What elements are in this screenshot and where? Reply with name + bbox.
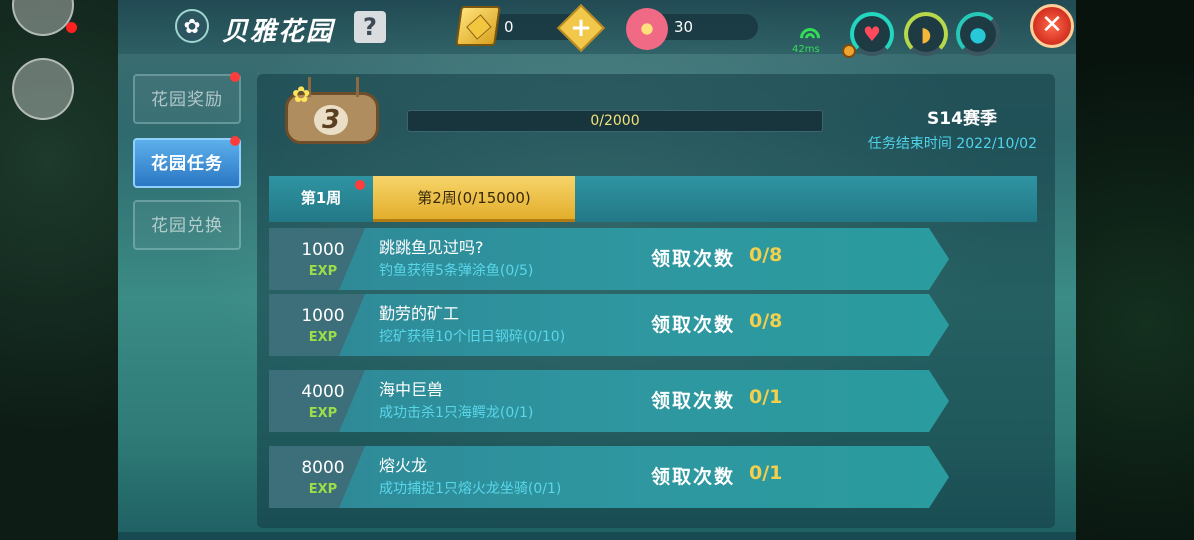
- task-row[interactable]: 8000 EXP 熔火龙 成功捕捉1只熔火龙坐骑(0/1) 领取次数 0/1: [269, 446, 949, 508]
- diamond-value: 0: [504, 18, 514, 36]
- task-name: 熔火龙: [379, 456, 428, 475]
- tab-garden-rewards[interactable]: 花园奖励: [133, 74, 241, 124]
- flower-value: 30: [674, 18, 694, 36]
- tab-week-2[interactable]: 第2周(0/15000): [373, 176, 575, 222]
- flower-decoration-icon: ✿: [292, 83, 311, 108]
- task-name: 跳跳鱼见过吗?: [379, 238, 484, 257]
- task-claim-label: 领取次数: [651, 390, 736, 412]
- task-description: 成功击杀1只海鳄龙(0/1): [379, 405, 534, 421]
- level-progress-bar: 0/2000: [407, 110, 823, 132]
- task-claim-label: 领取次数: [651, 248, 736, 270]
- heart-icon: ♥: [850, 12, 894, 56]
- task-claim-count: 0/1: [749, 386, 783, 408]
- diamond-icon: [455, 6, 501, 46]
- level-value: 3: [314, 105, 348, 135]
- garden-rewards-dot: [230, 72, 240, 82]
- task-exp-unit: EXP: [308, 406, 338, 421]
- plus-icon: +: [570, 13, 592, 43]
- garden-panel: ✿ 贝雅花园 ? 0 + 30 42ms ♥ ◗ ● ✕ 花园奖励 花园任务 花…: [118, 0, 1076, 540]
- week-1-dot: [355, 180, 365, 190]
- garden-tasks-dot: [230, 136, 240, 146]
- task-exp-value: 8000: [301, 458, 345, 478]
- task-description: 钓鱼获得5条弹涂鱼(0/5): [379, 263, 534, 279]
- help-button[interactable]: ?: [354, 11, 386, 43]
- add-diamond-button[interactable]: +: [556, 3, 606, 53]
- task-row[interactable]: 4000 EXP 海中巨兽 成功击杀1只海鳄龙(0/1) 领取次数 0/1: [269, 370, 949, 432]
- flower-emblem-icon: ✿: [175, 9, 209, 43]
- task-row[interactable]: 1000 EXP 勤劳的矿工 挖矿获得10个旧日钢碎(0/10) 领取次数 0/…: [269, 294, 949, 356]
- ping-label: 42ms: [792, 44, 820, 55]
- tab-garden-exchange[interactable]: 花园兑换: [133, 200, 241, 250]
- buff-icon: [842, 44, 856, 58]
- close-button[interactable]: ✕: [1030, 4, 1074, 48]
- task-claim-count: 0/8: [749, 244, 783, 266]
- task-claim-label: 领取次数: [651, 466, 736, 488]
- header-bar: ✿ 贝雅花园 ? 0 + 30 42ms ♥ ◗ ● ✕: [118, 0, 1076, 58]
- food-icon: ◗: [904, 12, 948, 56]
- panel-bottom-edge: [118, 532, 1076, 540]
- week-tabs: 第1周 第2周(0/15000): [269, 176, 1037, 222]
- task-exp-unit: EXP: [308, 264, 338, 279]
- notification-dot: [66, 22, 77, 33]
- water-drop-icon: ●: [956, 12, 1000, 56]
- task-name: 海中巨兽: [379, 380, 444, 399]
- task-exp-value: 4000: [301, 382, 345, 402]
- season-title: S14赛季: [927, 109, 997, 129]
- task-name: 勤劳的矿工: [379, 304, 460, 323]
- right-background: [1076, 0, 1194, 540]
- tab-garden-tasks[interactable]: 花园任务: [133, 138, 241, 188]
- task-exp-value: 1000: [301, 240, 345, 260]
- task-description: 成功捕捉1只熔火龙坐骑(0/1): [379, 481, 562, 497]
- page-title: 贝雅花园: [222, 17, 335, 47]
- task-exp-value: 1000: [301, 306, 345, 326]
- task-content: ✿ 3 0/2000 S14赛季 任务结束时间 2022/10/02 第1周 第…: [257, 74, 1055, 528]
- task-exp-unit: EXP: [308, 482, 338, 497]
- task-claim-label: 领取次数: [651, 314, 736, 336]
- level-badge: ✿ 3: [285, 77, 379, 144]
- flower-icon: [626, 8, 668, 50]
- task-claim-count: 0/8: [749, 310, 783, 332]
- system-assistant-button[interactable]: [12, 58, 74, 120]
- season-info: S14赛季 任务结束时间 2022/10/02: [847, 104, 1037, 153]
- task-claim-count: 0/1: [749, 462, 783, 484]
- season-end-time: 任务结束时间 2022/10/02: [867, 136, 1037, 152]
- task-exp-unit: EXP: [308, 330, 338, 345]
- task-description: 挖矿获得10个旧日钢碎(0/10): [379, 329, 566, 345]
- task-row[interactable]: 1000 EXP 跳跳鱼见过吗? 钓鱼获得5条弹涂鱼(0/5) 领取次数 0/8: [269, 228, 949, 290]
- progress-text: 0/2000: [590, 113, 640, 129]
